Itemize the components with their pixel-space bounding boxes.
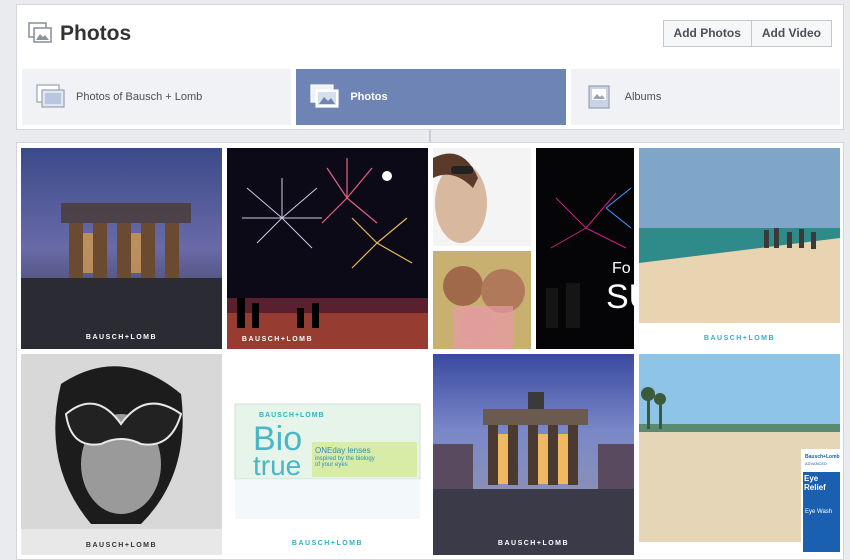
eye-relief-brand: Bausch+Lomb bbox=[805, 454, 840, 460]
photos-icon bbox=[28, 22, 52, 44]
eye-relief-sub: Eye Wash bbox=[805, 509, 833, 515]
photo-brandenburg-gate[interactable]: BAUSCH+LOMB bbox=[433, 354, 634, 555]
photo-smiling-children[interactable] bbox=[433, 251, 531, 349]
biotrue-sub: inspired by the biology of your eyes bbox=[315, 456, 375, 468]
watermark: BAUSCH+LOMB bbox=[497, 540, 570, 547]
page-title: Photos bbox=[60, 22, 132, 45]
add-video-button[interactable]: Add Video bbox=[751, 20, 832, 47]
biotrue-line2: true bbox=[253, 450, 302, 481]
photo-beach-family[interactable]: BAUSCH+LOMB bbox=[639, 148, 840, 349]
photo-fireworks-promo[interactable]: Fo SU bbox=[536, 148, 634, 349]
overlay-text: Fo bbox=[612, 260, 631, 277]
tab-photos[interactable]: Photos bbox=[296, 69, 566, 125]
photo-masked-woman[interactable]: BAUSCH+LOMB bbox=[21, 354, 222, 555]
overlay-text: SU bbox=[606, 278, 634, 316]
add-photos-button[interactable]: Add Photos bbox=[662, 20, 752, 47]
watermark: BAUSCH+LOMB bbox=[85, 542, 158, 549]
tab-label: Photos bbox=[350, 91, 388, 103]
albums-icon bbox=[585, 84, 615, 110]
photo-woman-sunglasses[interactable] bbox=[433, 148, 531, 246]
photo-fireworks[interactable]: BAUSCH+LOMB bbox=[227, 148, 428, 349]
watermark: BAUSCH+LOMB bbox=[291, 540, 364, 547]
header-actions: Add Photos Add Video bbox=[662, 20, 832, 47]
photo-brandenburg-gate-blurred[interactable]: BAUSCH+LOMB bbox=[21, 148, 222, 349]
eye-relief-advanced: ADVANCED bbox=[805, 461, 827, 466]
tab-connector bbox=[429, 130, 431, 142]
watermark: BAUSCH+LOMB bbox=[673, 542, 746, 549]
eye-relief-product: Eye Relief bbox=[804, 474, 826, 492]
photo-biotrue-lenses[interactable]: BAUSCH+LOMB Bio true ONEday lenses inspi… bbox=[227, 354, 428, 555]
watermark: BAUSCH+LOMB bbox=[703, 335, 776, 342]
photos-of-icon bbox=[36, 84, 66, 110]
title-row: Photos Add Photos Add Video bbox=[17, 5, 843, 65]
watermark: BAUSCH+LOMB bbox=[241, 336, 314, 343]
watermark: BAUSCH+LOMB bbox=[85, 334, 158, 341]
photo-tabs: Photos of Bausch + Lomb Photos Albums bbox=[22, 69, 840, 125]
photo-grid: BAUSCH+LOMB BAUSCH+LOMB Fo S BAUSCH+LOMB… bbox=[16, 142, 844, 560]
tab-photos-of-bausch-lomb[interactable]: Photos of Bausch + Lomb bbox=[22, 69, 292, 125]
tab-label: Albums bbox=[624, 91, 662, 103]
tab-label: Photos of Bausch + Lomb bbox=[76, 91, 203, 103]
biotrue-brand: BAUSCH+LOMB bbox=[259, 412, 325, 419]
tab-albums[interactable]: Albums bbox=[570, 69, 840, 125]
biotrue-tagline: ONEday lenses bbox=[315, 446, 371, 455]
photos-header-card: Photos Add Photos Add Video Photos of Ba… bbox=[16, 4, 844, 130]
photos-icon bbox=[310, 84, 340, 110]
photo-eye-relief-beach[interactable]: Bausch+Lomb ADVANCED Eye Relief Eye Wash… bbox=[639, 354, 840, 555]
